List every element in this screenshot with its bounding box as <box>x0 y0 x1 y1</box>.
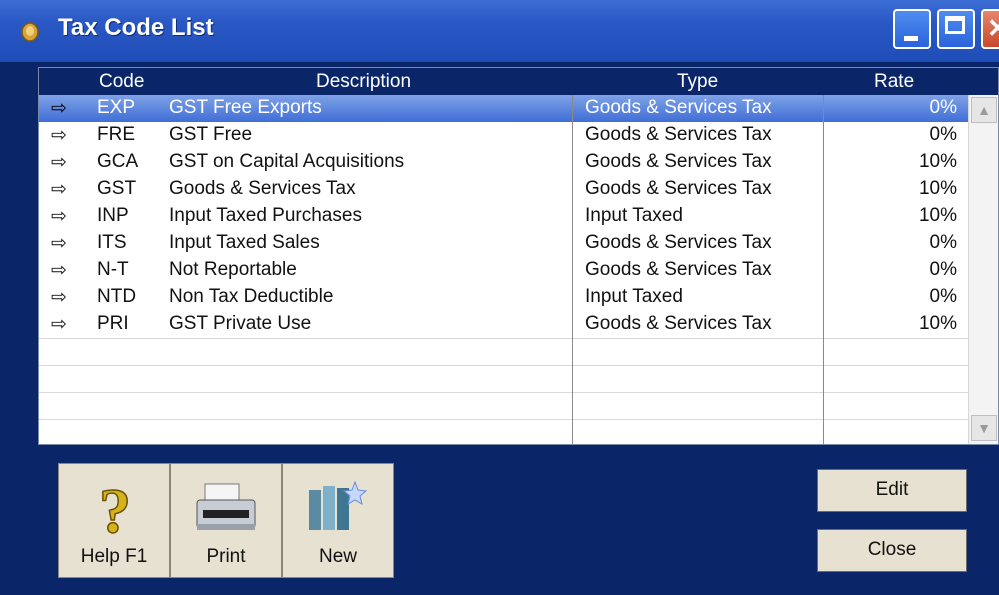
row-type: Goods & Services Tax <box>585 124 772 145</box>
new-button[interactable]: New <box>282 463 394 578</box>
row-type: Goods & Services Tax <box>585 151 772 172</box>
tax-code-table: Code Description Type Rate ⇨ EXP GST Fre… <box>38 67 999 445</box>
close-window-button[interactable]: ✕ <box>981 9 999 49</box>
row-code: N-T <box>97 259 129 280</box>
table-row[interactable]: ⇨ GST Goods & Services Tax Goods & Servi… <box>39 176 969 203</box>
vertical-scrollbar[interactable]: ▲ ▼ <box>968 95 998 444</box>
minimize-button[interactable] <box>893 9 931 49</box>
window-title: Tax Code List <box>58 14 214 41</box>
new-document-icon <box>309 480 368 530</box>
minimize-icon <box>904 36 918 41</box>
row-rate: 0% <box>929 286 957 307</box>
maximize-button[interactable] <box>937 9 975 49</box>
row-divider <box>39 365 969 366</box>
row-description: Non Tax Deductible <box>169 286 334 307</box>
row-description: Goods & Services Tax <box>169 178 356 199</box>
row-type: Input Taxed <box>585 286 683 307</box>
row-description: Not Reportable <box>169 259 297 280</box>
arrow-right-icon[interactable]: ⇨ <box>51 178 67 201</box>
row-code: GCA <box>97 151 139 172</box>
table-row[interactable]: ⇨ N-T Not Reportable Goods & Services Ta… <box>39 257 969 284</box>
column-divider <box>572 95 573 444</box>
help-label: Help F1 <box>80 546 148 567</box>
print-label: Print <box>206 546 246 567</box>
table-header: Code Description Type Rate <box>39 68 998 95</box>
title-bar[interactable]: Tax Code List ✕ <box>0 0 999 62</box>
row-description: GST Private Use <box>169 313 312 334</box>
table-row[interactable]: ⇨ INP Input Taxed Purchases Input Taxed … <box>39 203 969 230</box>
row-rate: 0% <box>929 97 957 118</box>
scroll-up-icon: ▲ <box>977 102 991 118</box>
new-label: New <box>318 546 357 567</box>
row-rate: 0% <box>929 259 957 280</box>
row-type: Goods & Services Tax <box>585 313 772 334</box>
row-type: Input Taxed <box>585 205 683 226</box>
row-divider <box>39 392 969 393</box>
arrow-right-icon[interactable]: ⇨ <box>51 313 67 336</box>
row-description: GST Free Exports <box>169 97 322 118</box>
row-type: Goods & Services Tax <box>585 178 772 199</box>
row-type: Goods & Services Tax <box>585 259 772 280</box>
table-row[interactable]: ⇨ EXP GST Free Exports Goods & Services … <box>39 95 969 122</box>
row-description: GST Free <box>169 124 253 145</box>
arrow-right-icon[interactable]: ⇨ <box>51 151 67 174</box>
arrow-right-icon[interactable]: ⇨ <box>51 205 67 228</box>
row-code: NTD <box>97 286 137 307</box>
row-divider <box>39 338 969 339</box>
row-rate: 10% <box>918 151 957 172</box>
column-header-description[interactable]: Description <box>316 71 411 93</box>
table-row[interactable]: ⇨ ITS Input Taxed Sales Goods & Services… <box>39 230 969 257</box>
scroll-down-icon: ▼ <box>977 420 991 436</box>
row-rate: 0% <box>929 124 957 145</box>
svg-text:?: ? <box>99 475 131 544</box>
table-row[interactable]: ⇨ NTD Non Tax Deductible Input Taxed 0% <box>39 284 969 311</box>
row-code: EXP <box>97 97 136 118</box>
close-icon: ✕ <box>987 13 999 43</box>
row-rate: 10% <box>918 205 957 226</box>
table-row[interactable]: ⇨ FRE GST Free Goods & Services Tax 0% <box>39 122 969 149</box>
row-divider <box>39 419 969 420</box>
row-description: GST on Capital Acquisitions <box>169 151 405 172</box>
help-button[interactable]: ? Help F1 <box>58 463 170 578</box>
column-header-rate[interactable]: Rate <box>874 71 914 93</box>
table-row[interactable]: ⇨ GCA GST on Capital Acquisitions Goods … <box>39 149 969 176</box>
row-code: FRE <box>97 124 135 145</box>
coin-icon <box>21 22 39 42</box>
question-mark-icon: ? <box>98 474 132 544</box>
arrow-right-icon[interactable]: ⇨ <box>51 286 67 309</box>
close-button[interactable]: Close <box>817 529 967 572</box>
arrow-right-icon[interactable]: ⇨ <box>51 124 67 147</box>
row-type: Goods & Services Tax <box>585 97 772 118</box>
row-code: PRI <box>97 313 129 334</box>
tax-code-list-window: Tax Code List ✕ Code Description Type Ra… <box>0 0 999 595</box>
printer-icon <box>196 483 256 530</box>
arrow-right-icon[interactable]: ⇨ <box>51 232 67 255</box>
scroll-down-button[interactable]: ▼ <box>971 415 997 441</box>
row-code: ITS <box>97 232 127 253</box>
row-description: Input Taxed Purchases <box>169 205 362 226</box>
toolbar: ? Help F1 Print New <box>58 463 394 578</box>
row-rate: 10% <box>918 178 957 199</box>
maximize-icon <box>945 16 965 34</box>
arrow-right-icon[interactable]: ⇨ <box>51 97 67 120</box>
table-row[interactable]: ⇨ PRI GST Private Use Goods & Services T… <box>39 311 969 338</box>
row-type: Goods & Services Tax <box>585 232 772 253</box>
row-code: GST <box>97 178 137 199</box>
arrow-right-icon[interactable]: ⇨ <box>51 259 67 282</box>
edit-button[interactable]: Edit <box>817 469 967 512</box>
column-header-code[interactable]: Code <box>99 71 144 93</box>
row-description: Input Taxed Sales <box>169 232 320 253</box>
scroll-up-button[interactable]: ▲ <box>971 97 997 123</box>
print-button[interactable]: Print <box>170 463 282 578</box>
row-code: INP <box>97 205 129 226</box>
column-divider <box>823 95 824 444</box>
column-header-type[interactable]: Type <box>677 71 718 93</box>
row-rate: 0% <box>929 232 957 253</box>
row-rate: 10% <box>918 313 957 334</box>
